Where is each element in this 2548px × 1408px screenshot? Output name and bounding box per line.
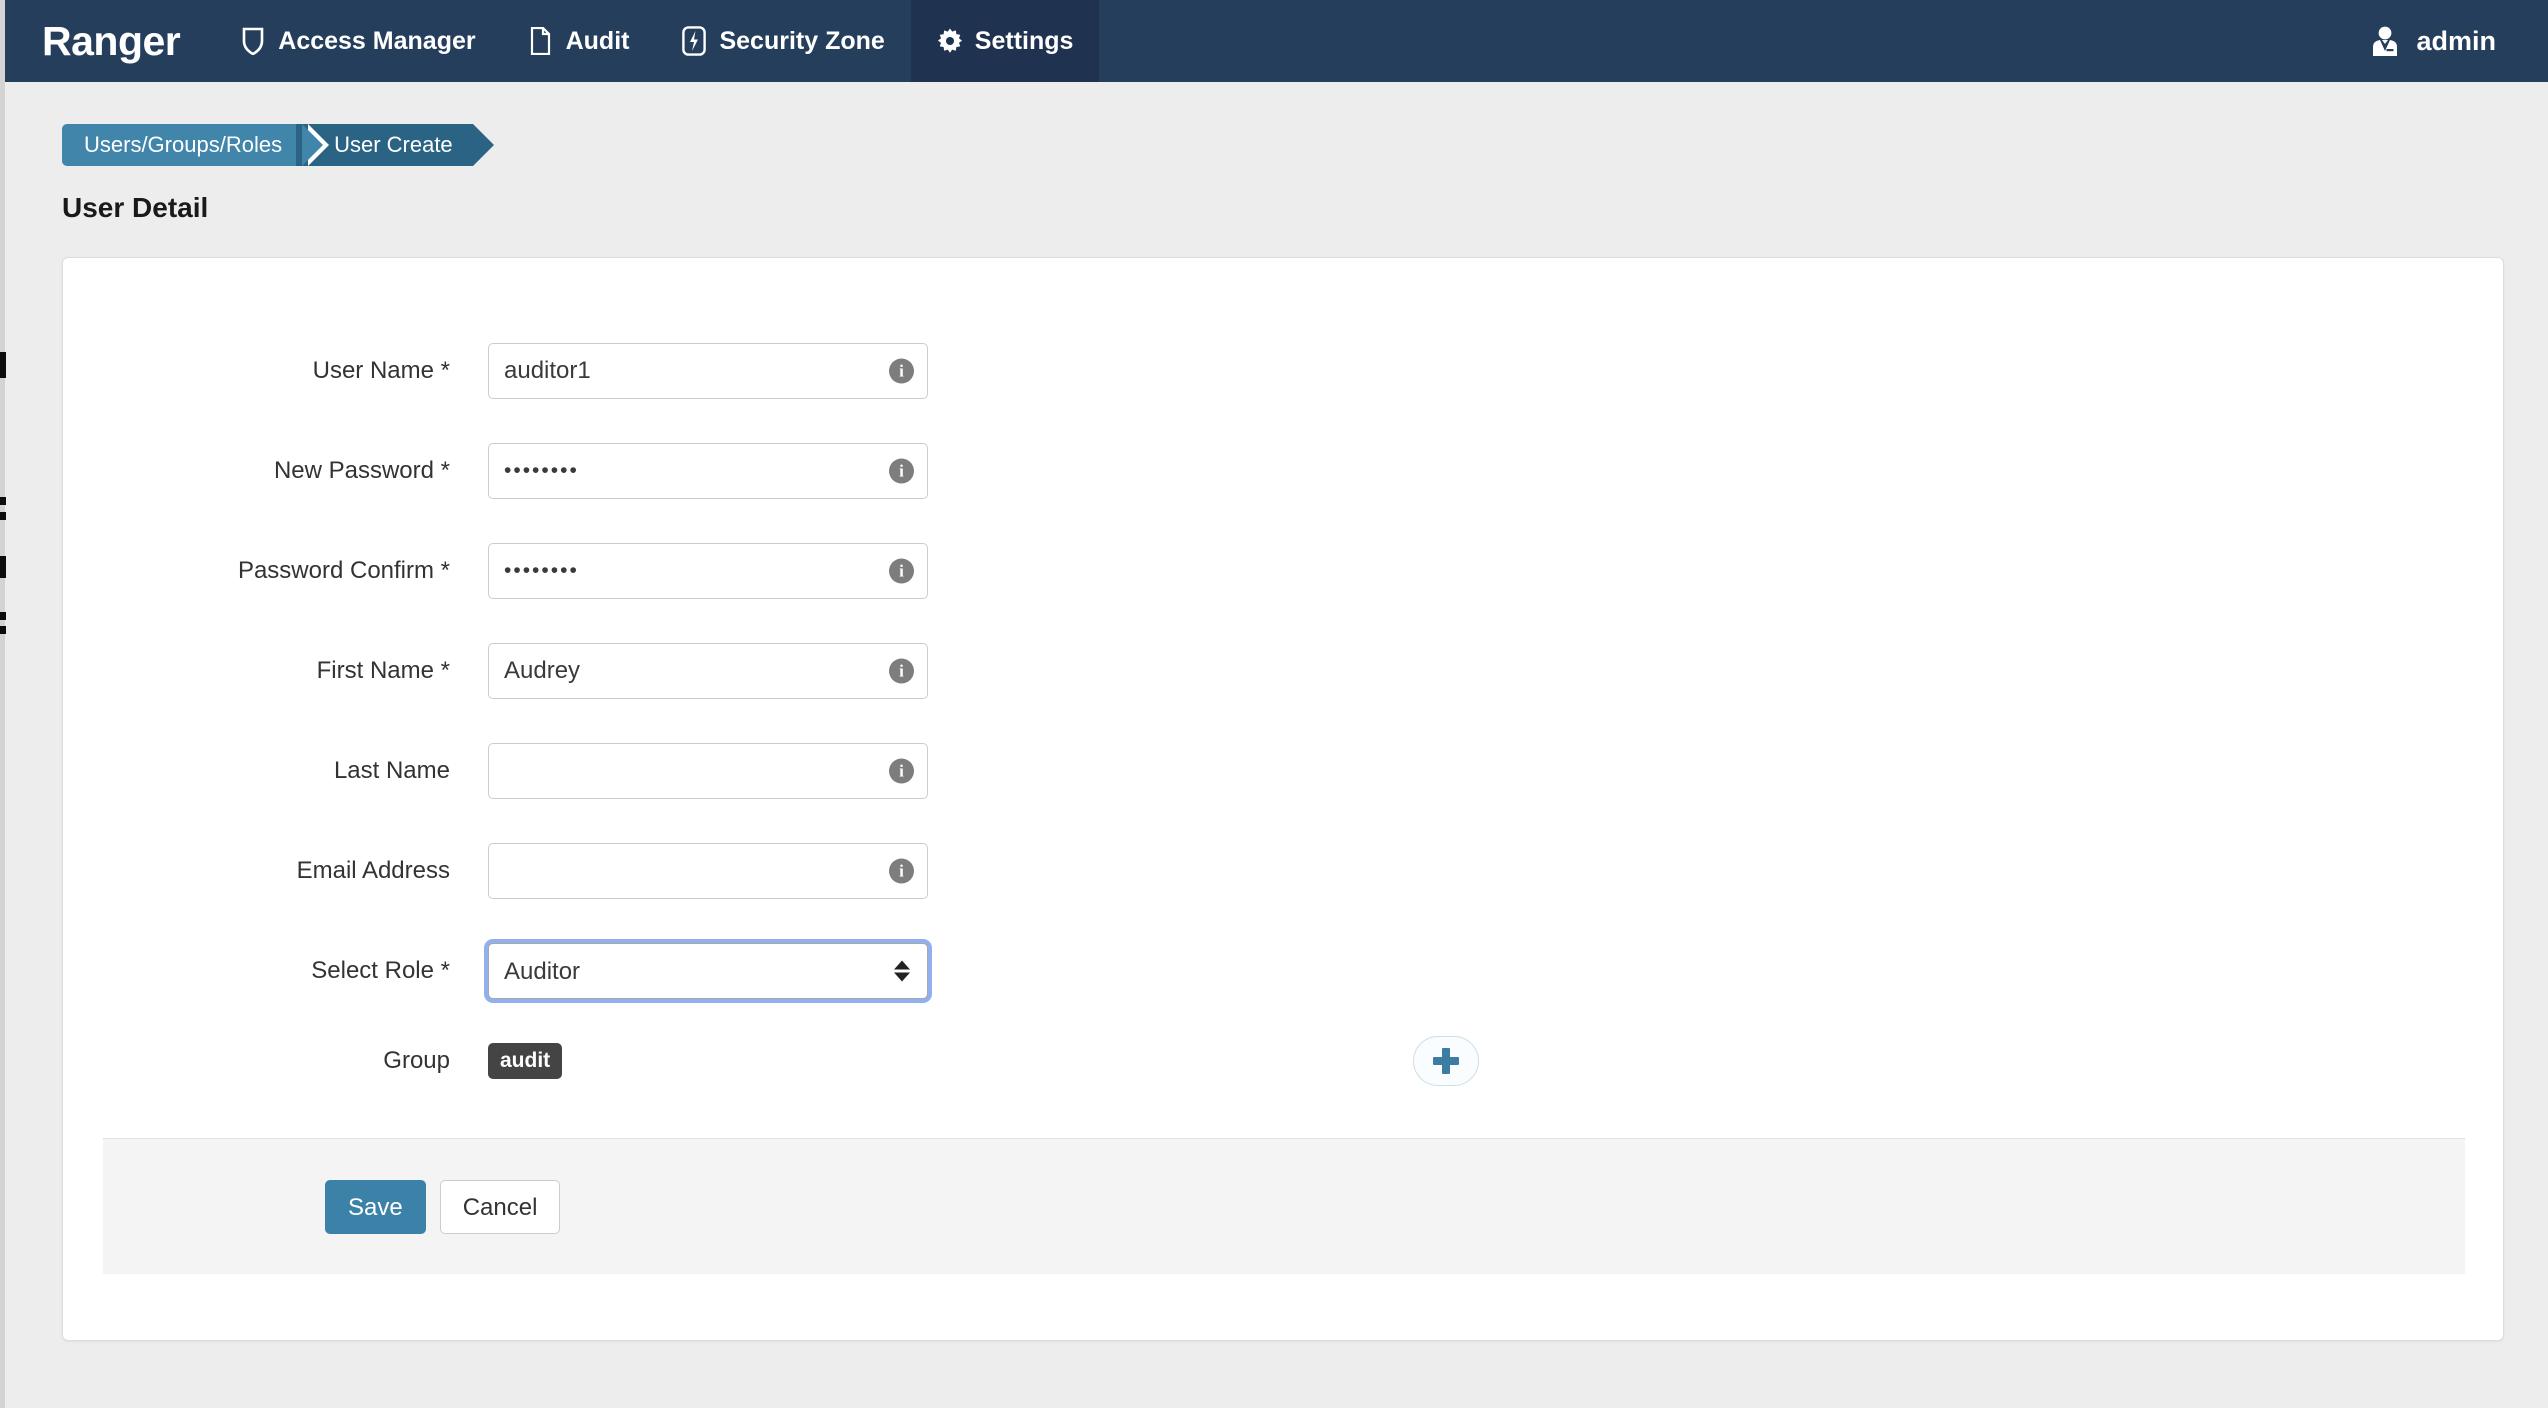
label-user-name: User Name * — [63, 357, 488, 385]
user-name-input[interactable] — [488, 343, 928, 399]
input-wrap-password-confirm: i — [488, 543, 928, 599]
window-left-edge — [0, 0, 5, 1408]
email-address-input[interactable] — [488, 843, 928, 899]
form-row-select-role: Select Role * Auditor — [63, 943, 2503, 999]
edge-artifact-5 — [0, 612, 6, 620]
info-icon-email-address[interactable]: i — [889, 859, 914, 884]
plus-icon — [1433, 1048, 1459, 1074]
password-confirm-input[interactable] — [488, 543, 928, 599]
edge-artifact-2 — [0, 497, 6, 505]
form-row-last-name: Last Name i — [63, 743, 2503, 799]
form-row-group: Group audit — [63, 1033, 2503, 1089]
cancel-button[interactable]: Cancel — [440, 1180, 561, 1234]
ranger-logo[interactable]: Ranger — [0, 0, 214, 82]
page-title: User Detail — [62, 192, 208, 224]
form-row-password-confirm: Password Confirm * i — [63, 543, 2503, 599]
input-wrap-user-name: i — [488, 343, 928, 399]
label-password-confirm: Password Confirm * — [63, 557, 488, 585]
edge-artifact-3 — [0, 512, 6, 520]
add-group-button[interactable] — [1413, 1036, 1479, 1086]
nav-label-security-zone: Security Zone — [719, 27, 884, 56]
edge-artifact-1 — [0, 352, 6, 378]
group-badges-area: audit — [488, 1033, 1488, 1089]
form-row-user-name: User Name * i — [63, 343, 2503, 399]
input-wrap-email-address: i — [488, 843, 928, 899]
info-icon-last-name[interactable]: i — [889, 759, 914, 784]
label-email-address: Email Address — [63, 857, 488, 885]
edge-artifact-6 — [0, 626, 6, 634]
form-row-first-name: First Name * i — [63, 643, 2503, 699]
label-group: Group — [63, 1047, 488, 1075]
new-password-input[interactable] — [488, 443, 928, 499]
label-select-role: Select Role * — [63, 957, 488, 985]
label-new-password: New Password * — [63, 457, 488, 485]
top-navigation-bar: Ranger Access Manager Audit Security Zon… — [0, 0, 2548, 82]
label-last-name: Last Name — [63, 757, 488, 785]
select-wrap-role: Auditor — [488, 943, 928, 999]
info-icon-user-name[interactable]: i — [889, 359, 914, 384]
bolt-icon — [681, 26, 707, 56]
nav-label-access-manager: Access Manager — [278, 27, 475, 56]
card-footer: Save Cancel — [103, 1138, 2465, 1274]
info-icon-first-name[interactable]: i — [889, 659, 914, 684]
first-name-input[interactable] — [488, 643, 928, 699]
user-tie-icon — [2368, 24, 2402, 58]
form-row-new-password: New Password * i — [63, 443, 2503, 499]
info-icon-password-confirm[interactable]: i — [889, 559, 914, 584]
input-wrap-new-password: i — [488, 443, 928, 499]
breadcrumb: Users/Groups/Roles User Create — [62, 124, 473, 166]
file-icon — [528, 26, 554, 56]
select-role-dropdown[interactable]: Auditor — [488, 943, 928, 999]
nav-item-settings[interactable]: Settings — [911, 0, 1100, 82]
nav-item-security-zone[interactable]: Security Zone — [655, 0, 910, 82]
ranger-logo-text: Ranger — [42, 18, 180, 65]
info-icon-new-password[interactable]: i — [889, 459, 914, 484]
breadcrumb-label-0: Users/Groups/Roles — [84, 132, 282, 158]
input-wrap-first-name: i — [488, 643, 928, 699]
shield-icon — [240, 26, 266, 56]
save-button[interactable]: Save — [325, 1180, 426, 1234]
label-first-name: First Name * — [63, 657, 488, 685]
edge-artifact-4 — [0, 556, 6, 578]
breadcrumb-label-1: User Create — [334, 132, 453, 158]
nav-label-settings: Settings — [975, 27, 1074, 56]
last-name-input[interactable] — [488, 743, 928, 799]
nav-spacer — [1099, 0, 2348, 82]
gear-icon — [937, 26, 963, 56]
user-menu-label: admin — [2416, 26, 2496, 57]
user-detail-card: User Name * i New Password * i Password … — [62, 257, 2504, 1341]
breadcrumb-item-users-groups-roles[interactable]: Users/Groups/Roles — [62, 124, 302, 166]
nav-label-audit: Audit — [566, 27, 630, 56]
input-wrap-last-name: i — [488, 743, 928, 799]
nav-item-access-manager[interactable]: Access Manager — [214, 0, 501, 82]
group-badge-audit[interactable]: audit — [488, 1043, 562, 1079]
user-menu[interactable]: admin — [2348, 0, 2548, 82]
form-row-email-address: Email Address i — [63, 843, 2503, 899]
nav-item-audit[interactable]: Audit — [502, 0, 656, 82]
